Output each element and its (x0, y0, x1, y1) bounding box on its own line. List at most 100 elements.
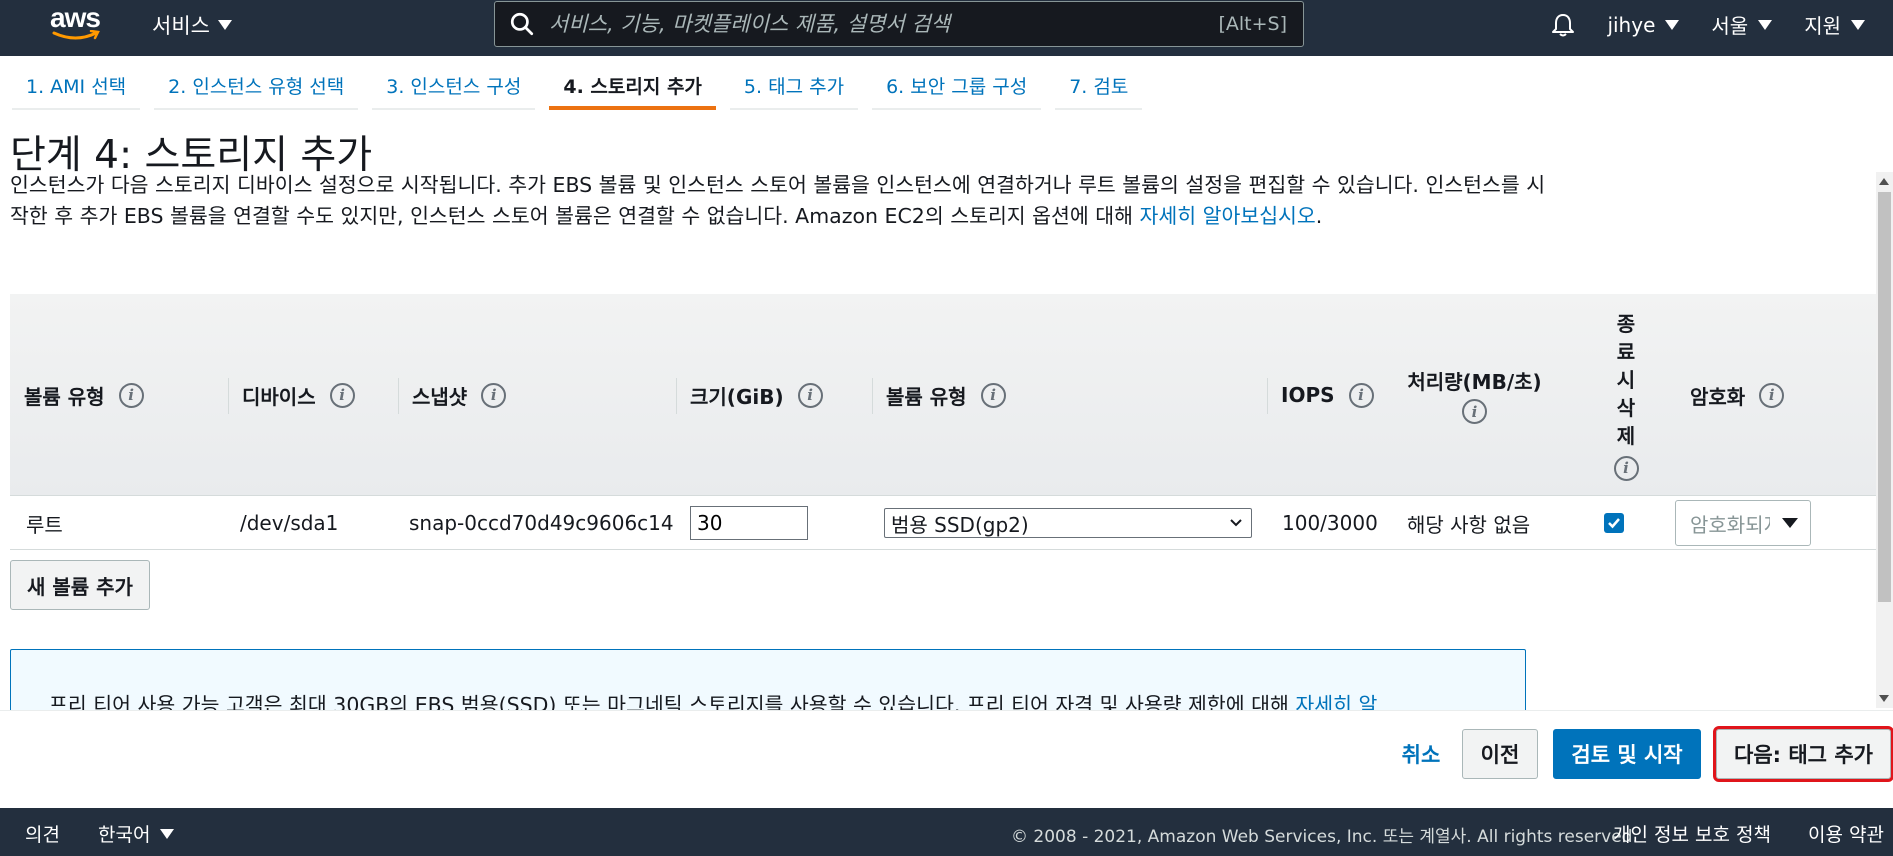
header-label: 볼륨 유형 (886, 384, 967, 409)
cell-volume-kind: 범용 SSD(gp2) (884, 496, 1252, 550)
user-menu[interactable]: jihye (1607, 12, 1680, 37)
storage-table: 볼륨 유형 i 디바이스 i 스냅샷 i 크기(GiB) i 볼륨 유형 i I… (10, 294, 1876, 550)
learn-more-link[interactable]: 자세히 알아보십시오 (1140, 204, 1316, 228)
header-volume-type: 볼륨 유형 i (24, 294, 144, 496)
terms-link[interactable]: 이용 약관 (1808, 820, 1884, 847)
cell-encryption: 암호화되지 않음 (1675, 496, 1811, 550)
tab-storage[interactable]: 4. 스토리지 추가 (549, 66, 716, 110)
info-icon[interactable]: i (118, 382, 144, 408)
tab-instance-type[interactable]: 2. 인스턴스 유형 선택 (154, 66, 359, 110)
column-divider (1267, 378, 1268, 414)
table-header: 볼륨 유형 i 디바이스 i 스냅샷 i 크기(GiB) i 볼륨 유형 i I… (10, 294, 1876, 496)
cell-snapshot: snap-0ccd70d49c9606c14 (409, 511, 674, 535)
header-label: 볼륨 유형 (24, 384, 105, 409)
header-label: 암호화 (1690, 384, 1746, 409)
tab-configure[interactable]: 3. 인스턴스 구성 (372, 66, 536, 110)
info-icon[interactable]: i (1613, 455, 1639, 481)
copyright-text: © 2008 - 2021, Amazon Web Services, Inc.… (1011, 827, 1638, 847)
header-label: 크기(GiB) (690, 384, 784, 409)
support-menu[interactable]: 지원 (1804, 10, 1865, 39)
cell-volume-type: 루트 (26, 512, 63, 537)
size-input[interactable] (690, 506, 808, 540)
header-iops: IOPS i (1267, 294, 1374, 496)
encryption-value: 암호화되지 않음 (1690, 512, 1770, 537)
info-icon[interactable]: i (1759, 382, 1785, 408)
services-label: 서비스 (152, 14, 210, 38)
region-name: 서울 (1711, 14, 1749, 38)
column-divider (398, 378, 399, 414)
info-icon[interactable]: i (329, 382, 355, 408)
next-add-tags-button[interactable]: 다음: 태그 추가 (1713, 726, 1893, 782)
header-size: 크기(GiB) i (676, 294, 823, 496)
chevron-down-icon (1665, 19, 1680, 30)
header-label: IOPS (1281, 383, 1335, 407)
support-label: 지원 (1804, 14, 1841, 38)
chevron-down-icon (217, 20, 232, 30)
header-volume-kind: 볼륨 유형 i (872, 294, 1006, 496)
info-icon[interactable]: i (481, 382, 507, 408)
scroll-down-icon[interactable] (1879, 695, 1889, 702)
header-encryption: 암호화 i (1690, 294, 1785, 496)
privacy-policy-link[interactable]: 개인 정보 보호 정책 (1613, 820, 1771, 847)
check-icon (1608, 518, 1620, 529)
vertical-scrollbar[interactable] (1876, 172, 1893, 708)
description-end: . (1315, 204, 1323, 228)
search-shortcut-hint: [Alt+S] (1218, 13, 1287, 35)
chevron-down-icon (1230, 519, 1242, 527)
cell-throughput: 해당 사항 없음 (1407, 512, 1531, 537)
header-label: 처리량(MB/초) (1407, 370, 1542, 394)
main-content: 단계 4: 스토리지 추가 인스턴스가 다음 스토리지 디바이스 설정으로 시작… (0, 112, 1893, 712)
chevron-down-icon (1758, 19, 1773, 30)
info-icon[interactable]: i (797, 382, 823, 408)
encryption-select[interactable]: 암호화되지 않음 (1675, 500, 1811, 546)
column-divider (228, 378, 229, 414)
wizard-action-bar: 취소 이전 검토 및 시작 다음: 태그 추가 (0, 710, 1893, 808)
search-input[interactable] (549, 12, 1199, 36)
column-divider (872, 378, 873, 414)
info-icon[interactable]: i (1348, 382, 1374, 408)
header-throughput: 처리량(MB/초) i (1407, 294, 1542, 496)
volume-type-value: 범용 SSD(gp2) (891, 512, 1029, 537)
header-delete-on-termination: 종료 시 삭제 i (1602, 294, 1650, 496)
wizard-steps: 1. AMI 선택 2. 인스턴스 유형 선택 3. 인스턴스 구성 4. 스토… (12, 66, 1156, 110)
delete-on-termination-checkbox[interactable] (1604, 513, 1624, 533)
cancel-button[interactable]: 취소 (1386, 729, 1456, 779)
bell-icon[interactable] (1551, 12, 1575, 38)
info-icon[interactable]: i (1462, 399, 1487, 424)
tab-review[interactable]: 7. 검토 (1055, 66, 1143, 110)
search-icon (510, 12, 534, 36)
free-tier-info-box: 프리 티어 사용 가능 고객은 최대 30GB의 EBS 범용(SSD) 또는 … (10, 649, 1526, 712)
column-divider (676, 378, 677, 414)
language-selector[interactable]: 한국어 (98, 820, 175, 847)
user-name: jihye (1607, 12, 1656, 37)
cell-delete-on-termination (1604, 496, 1624, 550)
header-label: 디바이스 (242, 384, 316, 409)
add-volume-button[interactable]: 새 볼륨 추가 (10, 560, 150, 610)
feedback-link[interactable]: 의견 (25, 820, 60, 847)
header-device: 디바이스 i (228, 294, 355, 496)
aws-smile-icon (52, 30, 100, 40)
header-label: 종료 시 삭제 (1616, 311, 1636, 448)
cell-device: /dev/sda1 (240, 511, 339, 535)
tab-ami[interactable]: 1. AMI 선택 (12, 66, 141, 110)
console-footer: 의견 한국어 © 2008 - 2021, Amazon Web Service… (0, 808, 1893, 856)
region-menu[interactable]: 서울 (1711, 10, 1773, 39)
review-and-launch-button[interactable]: 검토 및 시작 (1553, 729, 1701, 779)
scrollbar-thumb[interactable] (1878, 192, 1891, 602)
aws-logo-text: aws (50, 2, 101, 33)
tab-tags[interactable]: 5. 태그 추가 (729, 66, 859, 110)
chevron-down-icon (1851, 19, 1865, 30)
volume-type-select[interactable]: 범용 SSD(gp2) (884, 508, 1252, 538)
search-bar[interactable]: [Alt+S] (494, 1, 1304, 47)
chevron-down-icon (160, 828, 175, 839)
aws-logo[interactable]: aws (50, 4, 104, 44)
table-row: 루트 /dev/sda1 snap-0ccd70d49c9606c14 범용 S… (10, 496, 1876, 550)
previous-button[interactable]: 이전 (1462, 729, 1538, 779)
services-menu[interactable]: 서비스 (152, 10, 232, 40)
info-icon[interactable]: i (980, 382, 1006, 408)
page-description: 인스턴스가 다음 스토리지 디바이스 설정으로 시작됩니다. 추가 EBS 볼륨… (10, 170, 1550, 232)
tab-security-group[interactable]: 6. 보안 그룹 구성 (872, 66, 1042, 110)
header-label: 스냅샷 (412, 384, 468, 409)
scroll-up-icon[interactable] (1879, 178, 1889, 185)
cell-size (690, 496, 808, 550)
